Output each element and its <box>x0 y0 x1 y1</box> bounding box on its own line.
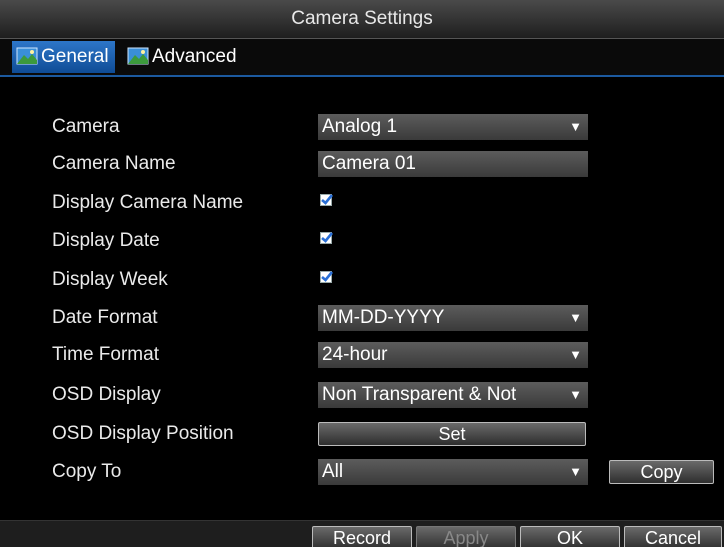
landscape-icon <box>16 45 38 65</box>
display-camera-name-label: Display Camera Name <box>52 192 244 213</box>
camera-label: Camera <box>52 116 120 137</box>
date-format-value: MM-DD-YYYY <box>322 307 445 328</box>
copy-button[interactable]: Copy <box>609 460 714 484</box>
record-button[interactable]: Record <box>312 526 412 547</box>
time-format-select[interactable]: 24-hour ▼ <box>318 342 588 368</box>
tab-advanced[interactable]: Advanced <box>123 41 243 73</box>
time-format-label: Time Format <box>52 344 159 365</box>
date-format-label: Date Format <box>52 307 158 328</box>
osd-position-label: OSD Display Position <box>52 423 234 444</box>
chevron-down-icon: ▼ <box>569 347 582 362</box>
tab-general-label: General <box>41 46 109 67</box>
camera-name-input[interactable]: Camera 01 <box>318 151 588 177</box>
display-date-checkbox[interactable] <box>320 232 334 244</box>
window-title: Camera Settings <box>0 0 724 39</box>
osd-display-value: Non Transparent & Not <box>322 384 517 405</box>
date-format-select[interactable]: MM-DD-YYYY ▼ <box>318 305 588 331</box>
tab-bar: General Advanced <box>0 39 724 77</box>
time-format-value: 24-hour <box>322 344 388 365</box>
copy-to-select[interactable]: All ▼ <box>318 459 588 485</box>
copy-to-label: Copy To <box>52 461 122 482</box>
camera-name-value: Camera 01 <box>322 153 416 174</box>
ok-button[interactable]: OK <box>520 526 620 547</box>
osd-display-select[interactable]: Non Transparent & Not ▼ <box>318 382 588 408</box>
osd-display-label: OSD Display <box>52 384 161 405</box>
osd-position-set-button[interactable]: Set <box>318 422 586 446</box>
copy-to-value: All <box>322 461 344 482</box>
tab-advanced-label: Advanced <box>152 46 237 67</box>
display-camera-name-checkbox[interactable] <box>320 194 334 206</box>
chevron-down-icon: ▼ <box>569 464 582 479</box>
display-week-checkbox[interactable] <box>320 271 334 283</box>
chevron-down-icon: ▼ <box>569 119 582 134</box>
cancel-button[interactable]: Cancel <box>624 526 722 547</box>
chevron-down-icon: ▼ <box>569 310 582 325</box>
display-week-label: Display Week <box>52 269 168 290</box>
apply-button[interactable]: Apply <box>416 526 516 547</box>
camera-select-value: Analog 1 <box>322 116 398 137</box>
camera-select[interactable]: Analog 1 ▼ <box>318 114 588 140</box>
display-date-label: Display Date <box>52 230 160 251</box>
chevron-down-icon: ▼ <box>569 387 582 402</box>
landscape-icon <box>127 45 149 65</box>
checkmark-icon <box>321 271 334 282</box>
camera-settings-window: Camera Settings General Advanced Camera <box>0 0 724 547</box>
camera-name-label: Camera Name <box>52 153 176 174</box>
checkmark-icon <box>321 232 334 243</box>
checkmark-icon <box>321 194 334 205</box>
tab-general[interactable]: General <box>12 41 115 73</box>
